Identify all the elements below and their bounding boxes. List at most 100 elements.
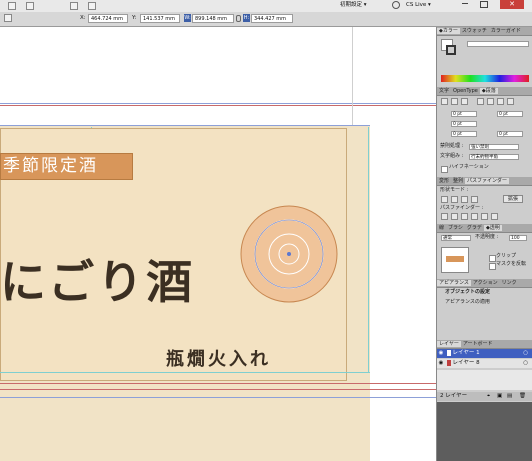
invert-mask-label: マスクを反転: [496, 261, 527, 267]
tab-paragraph[interactable]: ◆段落: [479, 88, 498, 94]
close-icon[interactable]: ✕: [500, 0, 524, 9]
trim-icon[interactable]: [451, 213, 458, 220]
minimize-icon[interactable]: [462, 3, 468, 4]
outline-icon[interactable]: [481, 213, 488, 220]
space-after-field[interactable]: 0 pt: [497, 131, 523, 137]
tab-transparency[interactable]: ◆透明: [483, 225, 502, 231]
w-field[interactable]: 899.148 mm: [192, 14, 234, 23]
intersect-icon[interactable]: [461, 196, 468, 203]
tab-align[interactable]: 整列: [451, 178, 465, 184]
kinsoku-select[interactable]: 強い禁則: [469, 144, 519, 150]
divide-icon[interactable]: [441, 213, 448, 220]
workspace-switcher[interactable]: 初期設定 ▾: [340, 0, 367, 10]
space-before-field[interactable]: 0 pt: [451, 131, 477, 137]
screen-mode-icon[interactable]: [88, 2, 96, 10]
opacity-field[interactable]: 100: [509, 235, 527, 241]
align-left-icon[interactable]: [441, 98, 448, 105]
appearance-panel-tabs[interactable]: アピアランス アクション リンク: [437, 279, 532, 288]
tab-links[interactable]: リンク: [500, 280, 519, 286]
w-label: W:: [184, 14, 191, 22]
tab-actions[interactable]: アクション: [471, 280, 500, 286]
x-field[interactable]: 464.724 mm: [88, 14, 128, 23]
tab-color[interactable]: ◆カラー: [437, 28, 460, 34]
layer-name[interactable]: レイヤー 8: [453, 360, 480, 366]
unite-icon[interactable]: [441, 196, 448, 203]
color-spectrum[interactable]: [441, 75, 529, 82]
constrain-proportions-icon[interactable]: [236, 15, 241, 22]
delete-layer-icon[interactable]: 🗑: [519, 392, 526, 401]
dock-empty-area: [437, 402, 532, 461]
tab-color-guide[interactable]: カラーガイド: [489, 28, 523, 34]
view-mode-icon[interactable]: [70, 2, 78, 10]
justify-right-icon[interactable]: [497, 98, 504, 105]
clip-checkbox[interactable]: [489, 255, 496, 262]
h-field[interactable]: 344.427 mm: [251, 14, 293, 23]
tab-appearance[interactable]: アピアランス: [437, 280, 471, 286]
crop-icon[interactable]: [471, 213, 478, 220]
pathfinder-panel-tabs[interactable]: 変形 整列 パスファインダー: [437, 177, 532, 186]
tab-opentype[interactable]: OpenType: [451, 88, 480, 94]
cs-live-button[interactable]: CS Live ▾: [406, 0, 431, 10]
bleed-line: [0, 105, 436, 106]
season-band: 季節限定酒: [0, 153, 133, 180]
color-slider[interactable]: [467, 41, 529, 47]
expand-button[interactable]: 拡張: [503, 195, 523, 203]
align-right-icon[interactable]: [461, 98, 468, 105]
visibility-eye-icon[interactable]: ◉: [437, 349, 445, 358]
tab-brushes[interactable]: ブラシ: [446, 225, 465, 231]
justify-left-icon[interactable]: [477, 98, 484, 105]
layer-name[interactable]: レイヤー 1: [453, 350, 480, 356]
minus-front-icon[interactable]: [451, 196, 458, 203]
new-layer-icon[interactable]: ▤: [507, 392, 512, 401]
right-indent-field[interactable]: 0 pt: [497, 111, 523, 117]
merge-icon[interactable]: [461, 213, 468, 220]
layer-count: 2 レイヤー: [440, 393, 468, 399]
tab-transform[interactable]: 変形: [437, 178, 451, 184]
layers-panel-tabs[interactable]: レイヤー アートボード: [437, 340, 532, 349]
visibility-eye-icon[interactable]: ◉: [437, 359, 445, 368]
justify-all-icon[interactable]: [507, 98, 514, 105]
layers-empty-area: [437, 370, 532, 390]
stroke-swatch[interactable]: [446, 45, 456, 55]
arrange-documents-icon[interactable]: [26, 2, 34, 10]
search-icon[interactable]: [392, 1, 400, 9]
clip-label: クリップ: [496, 253, 517, 259]
target-icon[interactable]: ○: [523, 349, 528, 358]
align-center-icon[interactable]: [451, 98, 458, 105]
bleed-line-bottom-1: [0, 383, 436, 384]
document-canvas[interactable]: 季節限定酒 にごり酒 瓶燗火入れ: [0, 27, 436, 461]
invert-mask-checkbox[interactable]: [489, 263, 496, 270]
transparency-panel-tabs[interactable]: 線ブラシ グラデ ◆透明: [437, 224, 532, 233]
mojikumi-select[interactable]: 行末約物半角: [469, 154, 519, 160]
emblem-center-anchor[interactable]: [287, 252, 291, 256]
shape-mode-label: 形状モード :: [440, 187, 469, 193]
layer-row-2[interactable]: ◉ レイヤー 8 ○: [437, 359, 532, 368]
minus-back-icon[interactable]: [491, 213, 498, 220]
justify-center-icon[interactable]: [487, 98, 494, 105]
maximize-icon[interactable]: [480, 1, 488, 8]
make-clipping-mask-icon[interactable]: ▣: [497, 392, 502, 401]
blend-mode-select[interactable]: 通常: [441, 235, 471, 241]
locate-object-icon[interactable]: ⌖: [487, 392, 490, 401]
color-panel-tabs[interactable]: ◆カラー スウォッチ カラーガイド: [437, 27, 532, 36]
tab-stroke[interactable]: 線: [437, 225, 446, 231]
selection-tool-icon[interactable]: [8, 2, 16, 10]
target-icon[interactable]: ○: [523, 359, 528, 368]
paragraph-panel-tabs[interactable]: 文字 OpenType ◆段落: [437, 87, 532, 96]
y-field[interactable]: 141.537 mm: [140, 14, 180, 23]
y-label: Y:: [132, 15, 137, 21]
reference-point-icon[interactable]: [4, 14, 12, 22]
left-indent-field[interactable]: 0 pt: [451, 111, 477, 117]
tab-character[interactable]: 文字: [437, 88, 451, 94]
selection-bounds-top: [0, 125, 370, 126]
first-line-indent-field[interactable]: 0 pt: [451, 121, 477, 127]
tab-gradient[interactable]: グラデ: [465, 225, 484, 231]
tab-pathfinder[interactable]: パスファインダー: [465, 178, 510, 184]
tab-layers[interactable]: レイヤー: [437, 341, 461, 347]
appearance-object-label: オブジェクトの設定: [445, 289, 491, 295]
tab-swatches[interactable]: スウォッチ: [460, 28, 489, 34]
hyphenation-checkbox[interactable]: [441, 166, 448, 173]
tab-artboards[interactable]: アートボード: [461, 341, 495, 347]
layer-row-1[interactable]: ◉ レイヤー 1 ○: [437, 349, 532, 358]
exclude-icon[interactable]: [471, 196, 478, 203]
